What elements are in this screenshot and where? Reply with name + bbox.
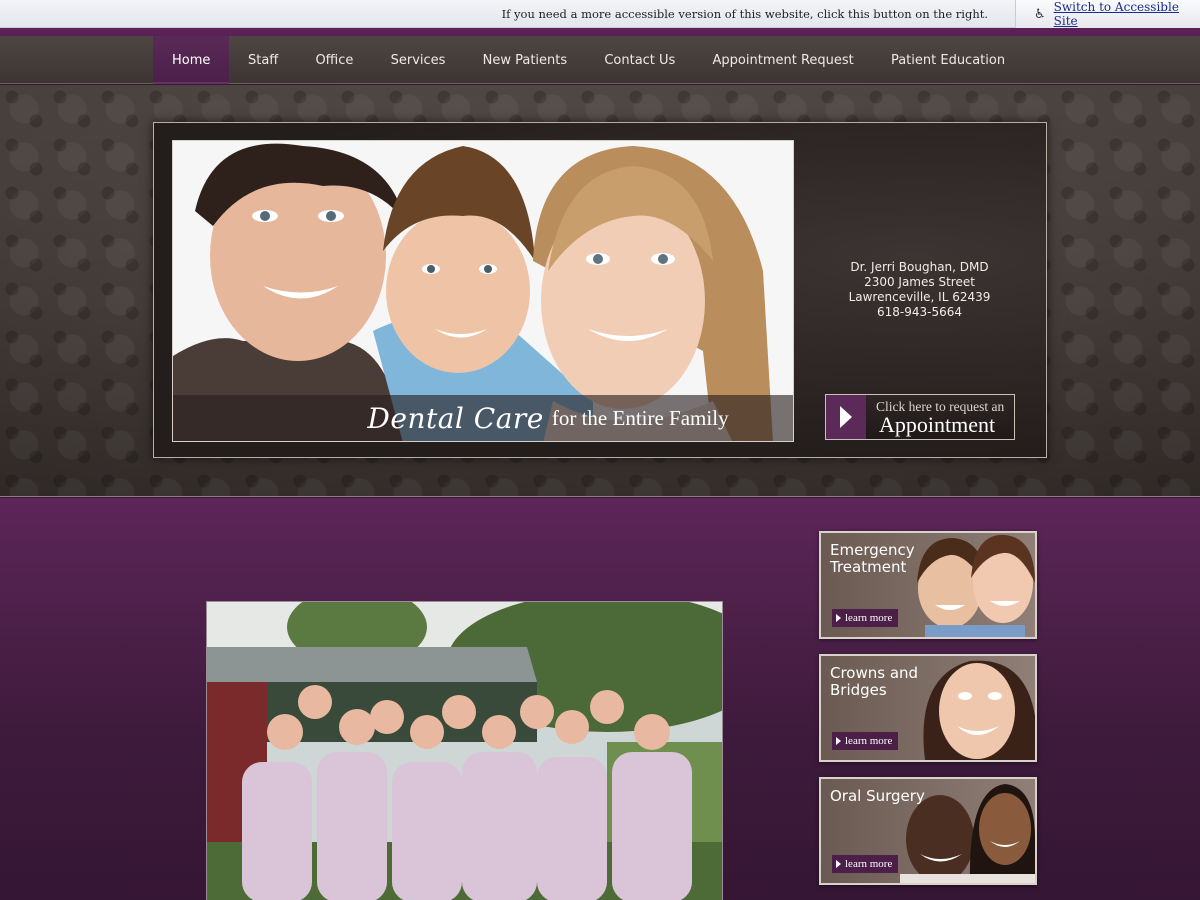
accessibility-notice: If you need a more accessible version of… xyxy=(501,7,988,21)
practice-contact: Dr. Jerri Boughan, DMD 2300 James Street… xyxy=(827,260,1012,320)
nav-item-appointment-request[interactable]: Appointment Request xyxy=(694,36,872,84)
street-address: 2300 James Street xyxy=(864,275,975,289)
learn-more-label: learn more xyxy=(845,735,893,747)
learn-more-button[interactable]: learn more xyxy=(832,855,899,873)
accessibility-bar: If you need a more accessible version of… xyxy=(0,0,1200,28)
arrow-right-icon xyxy=(836,860,841,868)
staff-group-photo xyxy=(206,601,723,900)
wheelchair-icon: ♿ xyxy=(1034,6,1046,22)
arrow-right-icon xyxy=(836,614,841,622)
play-arrow-icon xyxy=(826,395,866,439)
learn-more-label: learn more xyxy=(845,612,893,624)
promo-title-crowns: Crowns and Bridges xyxy=(830,664,919,699)
hero-caption-text: for the Entire Family xyxy=(551,405,729,430)
nav-item-staff[interactable]: Staff xyxy=(229,36,296,84)
promo-title-oral-surgery: Oral Surgery xyxy=(830,787,925,805)
doctor-name: Dr. Jerri Boughan, DMD xyxy=(850,260,989,274)
switch-accessible-link[interactable]: Switch to Accessible Site xyxy=(1054,0,1200,28)
promo-title-emergency: Emergency Treatment xyxy=(830,541,915,576)
promo-oral-surgery[interactable]: Oral Surgery learn more xyxy=(819,777,1037,885)
switch-accessible-button[interactable]: ♿ Switch to Accessible Site xyxy=(1015,0,1200,28)
main-content: Emergency Treatment learn more Crowns an… xyxy=(0,498,1200,900)
hero-caption-script: Dental Care xyxy=(367,401,544,435)
hero-frame: Dental Care for the Entire Family Dr. Je… xyxy=(153,122,1047,458)
appointment-label: Appointment xyxy=(879,412,996,437)
learn-more-button[interactable]: learn more xyxy=(832,609,899,627)
main-nav: Home Staff Office Services New Patients … xyxy=(0,36,1200,84)
request-appointment-button[interactable]: Click here to request an Appointment xyxy=(825,394,1015,440)
learn-more-label: learn more xyxy=(845,858,893,870)
hero-caption: Dental Care for the Entire Family xyxy=(173,395,793,441)
city-address: Lawrenceville, IL 62439 xyxy=(848,290,991,304)
nav-item-office[interactable]: Office xyxy=(297,36,372,84)
promo-crowns-bridges[interactable]: Crowns and Bridges learn more xyxy=(819,654,1037,762)
nav-item-new-patients[interactable]: New Patients xyxy=(464,36,586,84)
family-hero-image: Dental Care for the Entire Family xyxy=(172,140,794,442)
arrow-right-icon xyxy=(836,737,841,745)
nav-item-services[interactable]: Services xyxy=(372,36,464,84)
learn-more-button[interactable]: learn more xyxy=(832,732,899,750)
nav-item-contact-us[interactable]: Contact Us xyxy=(586,36,694,84)
promo-emergency-treatment[interactable]: Emergency Treatment learn more xyxy=(819,531,1037,639)
nav-item-home[interactable]: Home xyxy=(153,36,230,84)
header-strip xyxy=(0,28,1200,36)
hero-band: Dental Care for the Entire Family Dr. Je… xyxy=(0,85,1200,497)
phone-number: 618-943-5664 xyxy=(876,305,962,319)
nav-item-patient-education[interactable]: Patient Education xyxy=(872,36,1023,84)
